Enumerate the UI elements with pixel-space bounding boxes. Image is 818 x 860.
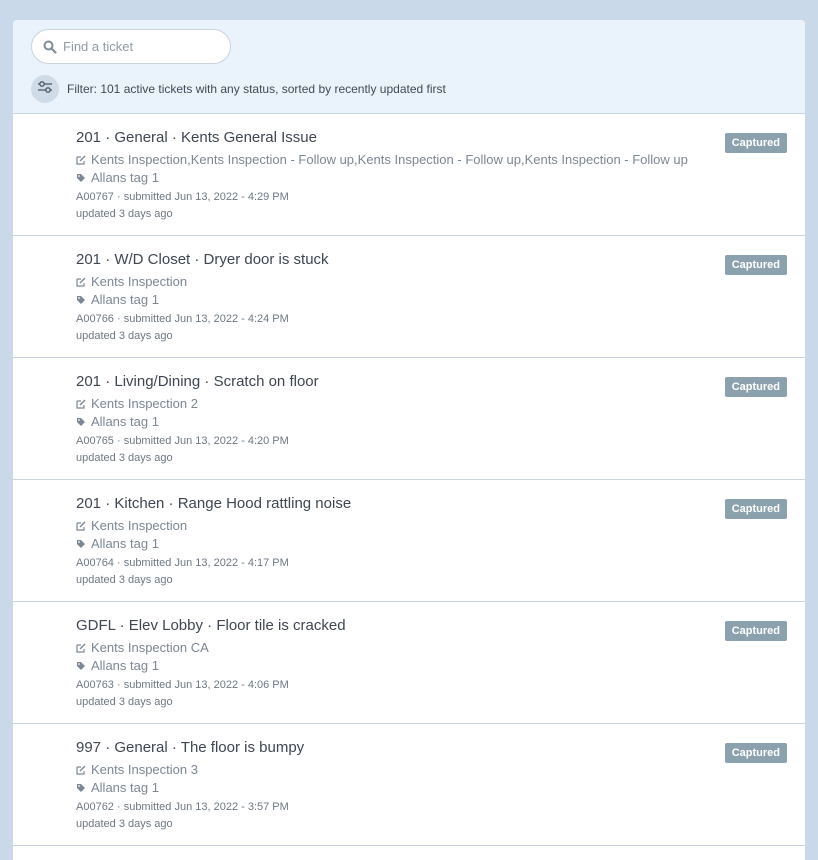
ticket-row[interactable]: 201 · Living/Dining · Scratch on floor K…	[13, 358, 805, 480]
ticket-submitted: A00767 · submitted Jun 13, 2022 - 4:29 P…	[76, 191, 289, 203]
ticket-row[interactable]: 201 · General · Kents General Issue Kent…	[13, 114, 805, 236]
ticket-inspection: Kents Inspection 3	[76, 761, 735, 779]
panel-header: Filter: 101 active tickets with any stat…	[13, 20, 805, 114]
edit-checklist-icon	[76, 521, 86, 531]
ticket-inspection: Kents Inspection 2	[76, 395, 735, 413]
ticket-inspection-text: Kents Inspection,Kents Inspection - Foll…	[91, 152, 688, 167]
ticket-inspection-text: Kents Inspection 3	[91, 762, 198, 777]
ticket-tag-text: Allans tag 1	[91, 658, 159, 673]
ticket-inspection-text: Kents Inspection	[91, 274, 188, 289]
ticket-body: 201 · W/D Closet · Dryer door is stuck K…	[76, 251, 735, 345]
ticket-updated: updated 3 days ago	[76, 208, 173, 220]
ticket-inspection: Kents Inspection	[76, 273, 735, 291]
ticket-title: 201 · W/D Closet · Dryer door is stuck	[76, 251, 329, 268]
ticket-submitted: A00763 · submitted Jun 13, 2022 - 4:06 P…	[76, 679, 289, 691]
ticket-title: GDFL · Elev Lobby · Floor tile is cracke…	[76, 617, 346, 634]
ticket-submitted: A00762 · submitted Jun 13, 2022 - 3:57 P…	[76, 801, 289, 813]
status-badge: Captured	[724, 743, 787, 763]
ticket-tag: Allans tag 1	[76, 169, 735, 187]
ticket-title: 201 · Living/Dining · Scratch on floor	[76, 373, 319, 390]
ticket-updated: updated 3 days ago	[76, 574, 173, 586]
filter-button[interactable]	[31, 75, 59, 103]
ticket-list: 201 · General · Kents General Issue Kent…	[13, 114, 805, 846]
ticket-inspection: Kents Inspection,Kents Inspection - Foll…	[76, 151, 735, 169]
ticket-inspection-text: Kents Inspection 2	[91, 396, 198, 411]
ticket-tag: Allans tag 1	[76, 657, 735, 675]
ticket-body: GDFL · Elev Lobby · Floor tile is cracke…	[76, 617, 735, 711]
ticket-body: 997 · General · The floor is bumpy Kents…	[76, 739, 735, 833]
search-icon	[42, 39, 58, 55]
tag-icon	[76, 295, 86, 305]
ticket-body: 201 · General · Kents General Issue Kent…	[76, 129, 735, 223]
tag-icon	[76, 783, 86, 793]
tag-icon	[76, 661, 86, 671]
ticket-submitted: A00764 · submitted Jun 13, 2022 - 4:17 P…	[76, 557, 289, 569]
search-box[interactable]	[31, 29, 231, 64]
ticket-tag-text: Allans tag 1	[91, 292, 159, 307]
ticket-inspection-text: Kents Inspection CA	[91, 640, 209, 655]
ticket-inspection: Kents Inspection	[76, 517, 735, 535]
ticket-body: 201 · Living/Dining · Scratch on floor K…	[76, 373, 735, 467]
ticket-tag: Allans tag 1	[76, 413, 735, 431]
edit-checklist-icon	[76, 277, 86, 287]
tag-icon	[76, 417, 86, 427]
status-badge: Captured	[724, 377, 787, 397]
ticket-tag-text: Allans tag 1	[91, 414, 159, 429]
ticket-tag-text: Allans tag 1	[91, 536, 159, 551]
filter-summary: Filter: 101 active tickets with any stat…	[67, 82, 446, 96]
edit-checklist-icon	[76, 155, 86, 165]
ticket-tag: Allans tag 1	[76, 779, 735, 797]
ticket-updated: updated 3 days ago	[76, 818, 173, 830]
ticket-row[interactable]: 201 · W/D Closet · Dryer door is stuck K…	[13, 236, 805, 358]
tag-icon	[76, 539, 86, 549]
ticket-updated: updated 3 days ago	[76, 330, 173, 342]
ticket-submitted: A00766 · submitted Jun 13, 2022 - 4:24 P…	[76, 313, 289, 325]
status-badge: Captured	[724, 255, 787, 275]
ticket-tag: Allans tag 1	[76, 291, 735, 309]
ticket-updated: updated 3 days ago	[76, 452, 173, 464]
status-badge: Captured	[724, 499, 787, 519]
ticket-title: 997 · General · The floor is bumpy	[76, 739, 305, 756]
status-badge: Captured	[724, 621, 787, 641]
tag-icon	[76, 173, 86, 183]
ticket-title: 201 · Kitchen · Range Hood rattling nois…	[76, 495, 352, 512]
ticket-row[interactable]: GDFL · Elev Lobby · Floor tile is cracke…	[13, 602, 805, 724]
edit-checklist-icon	[76, 399, 86, 409]
ticket-row[interactable]: 997 · General · The floor is bumpy Kents…	[13, 724, 805, 846]
filter-row: Filter: 101 active tickets with any stat…	[31, 75, 446, 103]
ticket-title: 201 · General · Kents General Issue	[76, 129, 317, 146]
edit-checklist-icon	[76, 765, 86, 775]
ticket-tag-text: Allans tag 1	[91, 780, 159, 795]
ticket-row[interactable]: 201 · Kitchen · Range Hood rattling nois…	[13, 480, 805, 602]
status-badge: Captured	[724, 133, 787, 153]
ticket-panel: Filter: 101 active tickets with any stat…	[13, 20, 805, 860]
search-input[interactable]	[63, 39, 213, 54]
ticket-tag: Allans tag 1	[76, 535, 735, 553]
ticket-submitted: A00765 · submitted Jun 13, 2022 - 4:20 P…	[76, 435, 289, 447]
edit-checklist-icon	[76, 643, 86, 653]
ticket-inspection-text: Kents Inspection	[91, 518, 188, 533]
ticket-inspection: Kents Inspection CA	[76, 639, 735, 657]
sliders-icon	[37, 80, 53, 99]
ticket-updated: updated 3 days ago	[76, 696, 173, 708]
ticket-body: 201 · Kitchen · Range Hood rattling nois…	[76, 495, 735, 589]
ticket-tag-text: Allans tag 1	[91, 170, 159, 185]
